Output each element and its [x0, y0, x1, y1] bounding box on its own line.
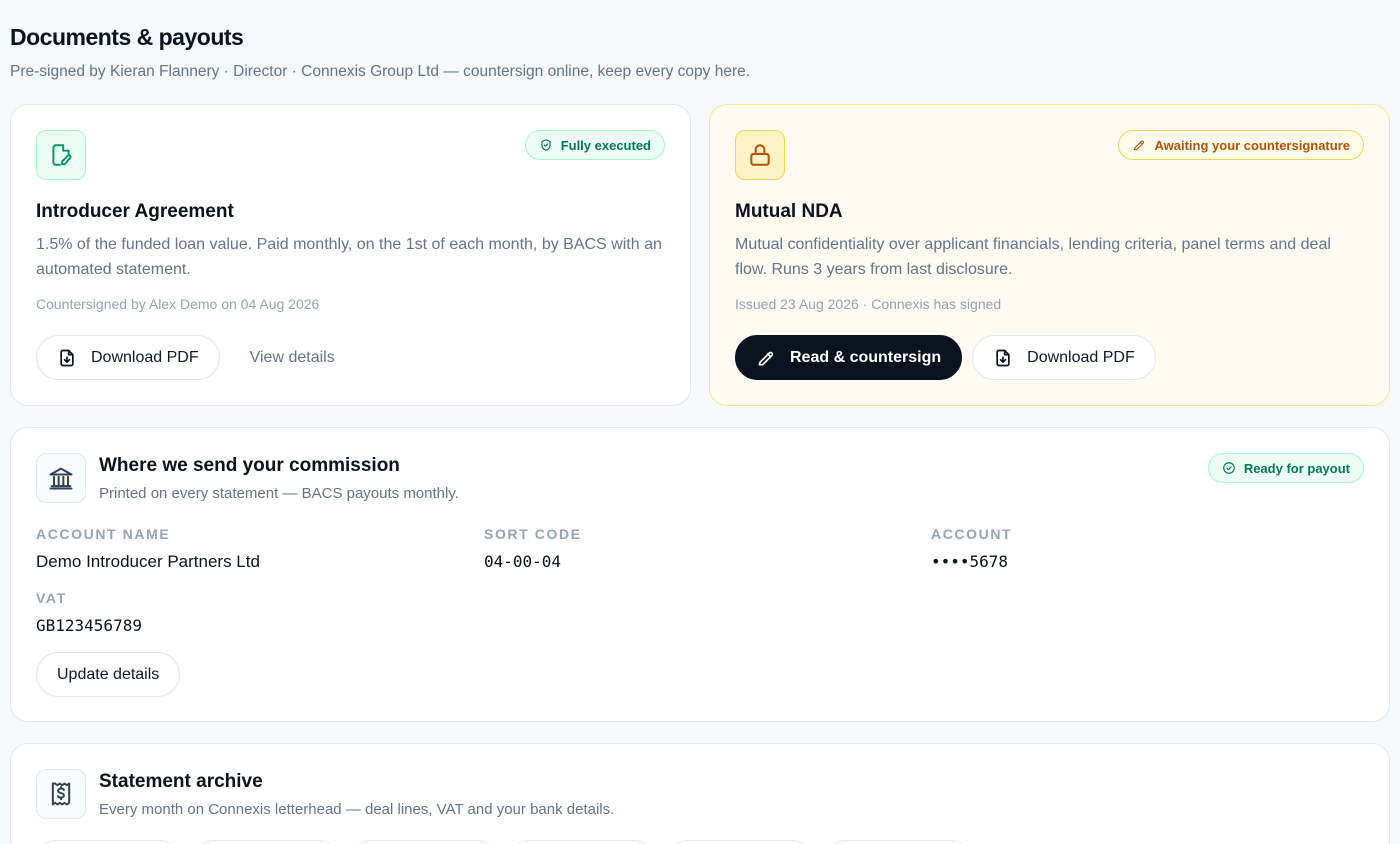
- document-title: Introducer Agreement: [36, 201, 234, 222]
- section-title: Where we send your commission: [99, 455, 400, 476]
- status-badge-ready-for-payout: Ready for payout: [1207, 453, 1364, 483]
- view-details-button[interactable]: View details: [230, 335, 355, 380]
- download-pdf-label: Download PDF: [91, 348, 199, 366]
- payout-header: Where we send your commission Printed on…: [99, 455, 459, 502]
- document-description: Mutual confidentiality over applicant fi…: [735, 236, 1331, 278]
- pencil-icon: [1134, 140, 1145, 151]
- field-label: ACCOUNT: [931, 526, 1013, 542]
- section-title: Statement archive: [99, 771, 263, 792]
- bank-icon: [36, 453, 86, 503]
- account-number-value: ••••5678: [931, 552, 1009, 571]
- file-download-icon: [60, 349, 74, 366]
- vat-value: GB123456789: [36, 616, 142, 635]
- section-subtitle: Every month on Connexis letterhead — dea…: [99, 801, 615, 818]
- status-badge-awaiting-countersignature: Awaiting your countersignature: [1118, 130, 1364, 160]
- sort-code-field: SORT CODE 04-00-04: [484, 526, 582, 571]
- account-name-field: ACCOUNT NAME Demo Introducer Partners Lt…: [36, 526, 260, 572]
- field-label: VAT: [36, 590, 67, 606]
- read-and-countersign-button[interactable]: Read & countersign: [735, 335, 963, 380]
- shield-check-icon: [541, 139, 551, 151]
- archive-header: Statement archive Every month on Connexi…: [99, 771, 614, 818]
- statement-archive-card: Statement archive Every month on Connexi…: [10, 743, 1390, 844]
- payout-actions: Update details: [36, 652, 181, 697]
- download-pdf-button[interactable]: Download PDF: [972, 335, 1156, 380]
- page-subtitle: Pre-signed by Kieran Flannery · Director…: [10, 63, 751, 80]
- page-title: Documents & payouts: [10, 24, 244, 50]
- statement-chip[interactable]: [668, 840, 812, 844]
- receipt-icon: [36, 769, 86, 819]
- badge-label: Fully executed: [560, 137, 651, 153]
- document-meta: Countersigned by Alex Demo on 04 Aug 202…: [36, 296, 320, 312]
- document-meta: Issued 23 Aug 2026 · Connexis has signed: [735, 296, 1002, 312]
- badge-label: Awaiting your countersignature: [1154, 137, 1350, 153]
- lock-icon: [735, 130, 785, 180]
- statement-chip[interactable]: [36, 840, 180, 844]
- page-header: Documents & payouts Pre-signed by Kieran…: [10, 24, 750, 81]
- section-subtitle: Printed on every statement — BACS payout…: [99, 485, 459, 502]
- document-sign-icon: [36, 130, 86, 180]
- read-and-countersign-label: Read & countersign: [790, 348, 942, 366]
- document-actions: Download PDF View details: [36, 335, 355, 380]
- file-download-icon: [996, 349, 1010, 366]
- status-badge-fully-executed: Fully executed: [524, 130, 665, 160]
- statement-chip[interactable]: [826, 840, 970, 844]
- document-description: 1.5% of the funded loan value. Paid mont…: [36, 236, 662, 278]
- field-label: SORT CODE: [484, 526, 582, 542]
- document-card-introducer-agreement: Fully executed Introducer Agreement 1.5%…: [10, 104, 691, 406]
- vat-field: VAT GB123456789: [36, 590, 142, 635]
- document-title: Mutual NDA: [735, 201, 843, 222]
- document-card-mutual-nda: Awaiting your countersignature Mutual ND…: [709, 104, 1390, 406]
- update-details-button[interactable]: Update details: [36, 652, 181, 697]
- download-pdf-label: Download PDF: [1027, 348, 1135, 366]
- account-number-field: ACCOUNT ••••5678: [931, 526, 1012, 571]
- badge-label: Ready for payout: [1243, 460, 1350, 476]
- document-actions: Read & countersign Download PDF: [735, 335, 1156, 380]
- download-pdf-button[interactable]: Download PDF: [36, 335, 220, 380]
- check-circle-icon: [1222, 462, 1235, 474]
- statement-chip[interactable]: [194, 840, 338, 844]
- statement-chip[interactable]: [510, 840, 654, 844]
- statement-chip-row: [36, 840, 970, 844]
- field-label: ACCOUNT NAME: [36, 526, 171, 542]
- account-name-value: Demo Introducer Partners Ltd: [36, 552, 260, 571]
- statement-chip[interactable]: [352, 840, 496, 844]
- sort-code-value: 04-00-04: [484, 552, 562, 571]
- pencil-icon: [758, 351, 774, 365]
- payout-details-card: Where we send your commission Printed on…: [10, 427, 1390, 722]
